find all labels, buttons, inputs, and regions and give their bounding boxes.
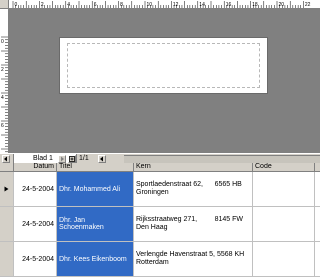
add-page-icon [69, 156, 75, 162]
column-header-code[interactable]: Code [253, 163, 315, 172]
ruler-tick-label: 6 [94, 2, 97, 8]
ruler-tick-label: 0 [1, 39, 4, 45]
ruler-tick-label: 12 [173, 2, 179, 8]
ruler-tick-label: 14 [199, 2, 205, 8]
design-canvas[interactable] [9, 9, 320, 153]
current-row-arrow-icon [4, 186, 9, 192]
ruler-corner [0, 0, 9, 9]
horizontal-ruler: 0 2 4 6 8 10 12 14 16 18 20 22 [9, 0, 320, 9]
cell-titel[interactable]: Dhr. Kees Eikenboom [57, 242, 134, 276]
cell-kern[interactable]: Rijksstraatweg 271, 8145 FW Den Haag [134, 207, 253, 241]
column-header-kern[interactable]: Kern [134, 163, 253, 172]
column-header-datum[interactable]: Datum [14, 163, 57, 172]
ruler-tick-label: 6 [1, 123, 4, 129]
ruler-tick-label: 18 [252, 2, 258, 8]
next-sheet-button[interactable] [58, 155, 66, 163]
horizontal-scrollbar[interactable] [124, 155, 320, 163]
ruler-tick-label: 8 [120, 2, 123, 8]
row-indicator [0, 207, 14, 241]
cell-titel[interactable]: Dhr. Mohammed Ali [57, 172, 134, 206]
table-row[interactable]: 24-5-2004 Dhr. Jan Schoenmaken Rijksstra… [0, 207, 320, 242]
label-design-area: 0 2 4 6 8 10 12 14 16 18 20 22 0 2 4 6 [0, 0, 320, 160]
cell-kern[interactable]: Sportlaedenstraat 62, 6565 HB Groningen [134, 172, 253, 206]
ruler-tick-label: 10 [147, 2, 153, 8]
ruler-tick-label: 4 [67, 2, 70, 8]
sheet-tab-bar: Blad 1 1/1 [0, 153, 320, 164]
ruler-tick-label: 0 [15, 2, 18, 8]
page-indicator: 1/1 [79, 155, 89, 162]
label-page[interactable] [59, 37, 268, 94]
ruler-tick-label: 2 [1, 67, 4, 73]
add-sheet-button[interactable] [68, 155, 76, 163]
cell-code[interactable] [253, 172, 315, 206]
column-header-extra[interactable] [315, 163, 320, 172]
cell-datum[interactable]: 24-5-2004 [14, 242, 57, 276]
first-sheet-button[interactable] [2, 155, 10, 163]
arrow-left-icon [4, 156, 7, 162]
row-indicator [0, 242, 14, 276]
row-indicator-header [0, 163, 14, 172]
cell-datum[interactable]: 24-5-2004 [14, 207, 57, 241]
cell-kern[interactable]: Verlengde Havenstraat 5, 5568 KH Rotterd… [134, 242, 253, 276]
cell-datum[interactable]: 24-5-2004 [14, 172, 57, 206]
arrow-left-icon [100, 156, 103, 162]
scroll-left-button[interactable] [98, 155, 106, 163]
ruler-tick-label: 16 [226, 2, 232, 8]
cell-titel[interactable]: Dhr. Jan Schoenmaken [57, 207, 134, 241]
ruler-tick-label: 4 [1, 95, 4, 101]
ruler-tick-label: 2 [41, 2, 44, 8]
ruler-tick-label: 22 [305, 2, 311, 8]
printable-area [67, 43, 260, 88]
arrow-right-icon [61, 156, 64, 162]
column-header-titel[interactable]: Titel [57, 163, 134, 172]
current-row-indicator [0, 172, 14, 206]
grid-header: Datum Titel Kern Code [0, 163, 320, 172]
cell-code[interactable] [253, 242, 315, 276]
vertical-ruler: 0 2 4 6 [0, 9, 9, 153]
table-row[interactable]: 24-5-2004 Dhr. Mohammed Ali Sportlaedens… [0, 172, 320, 207]
table-row[interactable]: 24-5-2004 Dhr. Kees Eikenboom Verlengde … [0, 242, 320, 277]
cell-code[interactable] [253, 207, 315, 241]
ruler-tick-label: 20 [279, 2, 285, 8]
data-grid: Datum Titel Kern Code 24-5-2004 Dhr. Moh… [0, 163, 320, 278]
